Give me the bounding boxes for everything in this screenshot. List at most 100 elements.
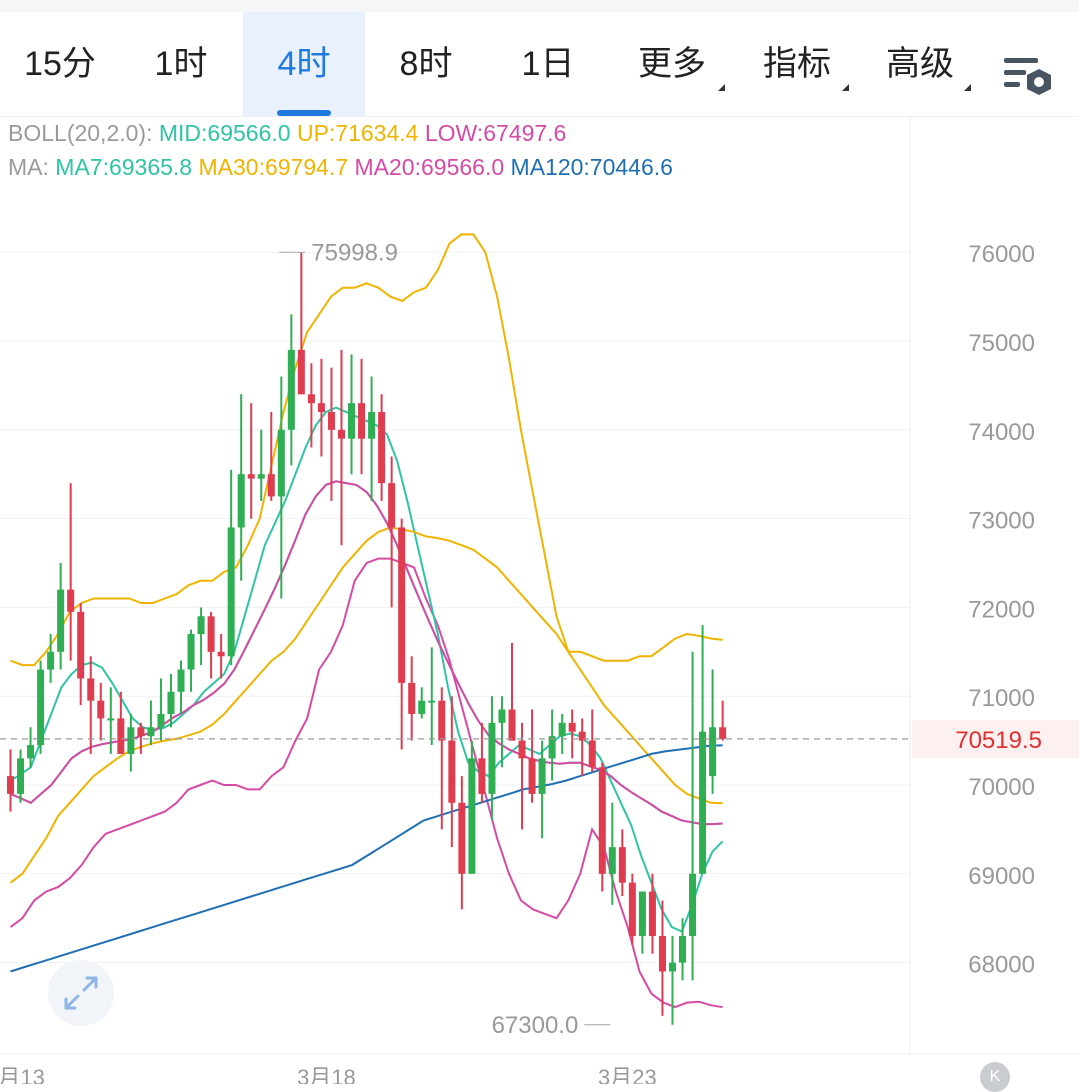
candle-body — [508, 709, 516, 741]
candlestick-chart[interactable]: 76000 75000 74000 73000 72000 71000 70000 69000… — [0, 116, 1079, 1084]
candle-body — [197, 616, 205, 635]
series-line-low — [9, 557, 723, 1009]
candle-body — [97, 700, 105, 719]
candle-body — [157, 713, 165, 728]
candle-body — [518, 740, 526, 759]
chart-settings-icon[interactable] — [1000, 56, 1056, 100]
candle-body — [608, 847, 616, 874]
tab-15m[interactable]: 15分 — [0, 12, 120, 116]
candle-body — [468, 758, 476, 874]
tab-more-dropdown[interactable]: 更多 — [620, 12, 724, 116]
candle-body — [528, 758, 536, 794]
candle-body — [217, 651, 225, 657]
low-marker-label: 67300.0 — [492, 1012, 579, 1039]
y-tick-label: 73000 — [968, 508, 1035, 535]
candle-body — [227, 527, 235, 657]
y-tick-label: 71000 — [968, 685, 1035, 712]
candle-body — [67, 589, 75, 612]
candle-body — [719, 727, 727, 739]
candle-body — [448, 740, 456, 803]
indicators-caret-icon — [842, 84, 849, 91]
candle-body — [378, 412, 386, 484]
candle-body — [317, 403, 325, 413]
candle-body — [699, 731, 707, 874]
series-line-mid — [10, 480, 723, 826]
y-tick-label: 75000 — [968, 330, 1035, 357]
x-tick-label: 3月23 — [598, 1065, 657, 1084]
kline-logo-icon: K — [980, 1062, 1010, 1092]
tab-advanced-dropdown[interactable]: 高级 — [868, 12, 972, 116]
candle-body — [307, 394, 315, 404]
candle-body — [388, 483, 396, 528]
candle-body — [57, 589, 65, 652]
candle-body — [438, 700, 446, 741]
candle-body — [177, 669, 185, 692]
candle-body — [398, 527, 406, 683]
candle-body — [137, 727, 145, 737]
candle-body — [267, 474, 275, 497]
candle-body — [488, 722, 496, 794]
candle-body — [548, 736, 556, 759]
y-tick-label: 68000 — [968, 952, 1035, 979]
y-tick-label: 76000 — [968, 241, 1035, 268]
status-strip — [0, 0, 1079, 12]
candle-body — [7, 776, 14, 794]
candle-body — [418, 700, 426, 714]
candle-body — [277, 429, 285, 497]
candle-body — [27, 745, 35, 759]
candle-body — [689, 873, 697, 936]
expand-chart-button[interactable] — [48, 960, 114, 1026]
candle-body — [428, 700, 436, 703]
candle-body — [658, 935, 666, 972]
candle-body — [107, 718, 115, 721]
more-caret-icon — [718, 84, 725, 91]
candle-body — [207, 616, 215, 652]
tab-1d[interactable]: 1日 — [488, 12, 608, 116]
candle-body — [327, 412, 335, 430]
candle-body — [458, 802, 466, 874]
candle-body — [408, 682, 416, 714]
candle-body — [618, 847, 626, 883]
candle-body — [127, 727, 135, 754]
candle-body — [598, 767, 606, 874]
candle-body — [628, 882, 636, 936]
candle-body — [237, 474, 245, 528]
x-tick-label: 3月18 — [297, 1065, 356, 1084]
candle-body — [648, 891, 656, 936]
high-marker-label: 75998.9 — [311, 239, 398, 266]
tab-indicators-dropdown[interactable]: 指标 — [745, 12, 849, 116]
candle-body — [37, 669, 45, 746]
current-price-label: 70519.5 — [955, 727, 1042, 754]
candle-body — [87, 678, 95, 701]
candle-body — [147, 727, 155, 737]
interval-tab-bar: 15分 1时 4时 8时 1日 更多 指标 高级 — [0, 12, 1079, 117]
candle-body — [297, 349, 305, 395]
candle-body — [638, 891, 646, 936]
candle-body — [167, 691, 175, 714]
tab-4h[interactable]: 4时 — [243, 12, 365, 116]
y-tick-label: 70000 — [968, 774, 1035, 801]
candle-body — [709, 727, 717, 777]
candle-body — [187, 634, 195, 670]
candle-body — [247, 474, 255, 479]
candle-body — [368, 412, 376, 439]
candle-body — [498, 709, 506, 723]
tab-1h[interactable]: 1时 — [122, 12, 240, 116]
y-tick-label: 69000 — [968, 863, 1035, 890]
candle-body — [478, 758, 486, 794]
advanced-caret-icon — [964, 84, 971, 91]
y-tick-label: 72000 — [968, 596, 1035, 623]
series-line-ma20 — [10, 480, 723, 826]
candle-body — [117, 718, 125, 754]
candle-body — [337, 429, 345, 439]
candle-body — [47, 651, 55, 670]
candle-body — [568, 722, 576, 732]
tab-8h[interactable]: 8时 — [366, 12, 486, 116]
candle-body — [17, 758, 25, 794]
candle-body — [348, 403, 356, 439]
y-tick-label: 74000 — [968, 419, 1035, 446]
series-line-up — [10, 233, 723, 667]
candle-body — [358, 403, 366, 439]
expand-arrows-icon — [64, 976, 98, 1010]
candle-body — [77, 611, 85, 679]
